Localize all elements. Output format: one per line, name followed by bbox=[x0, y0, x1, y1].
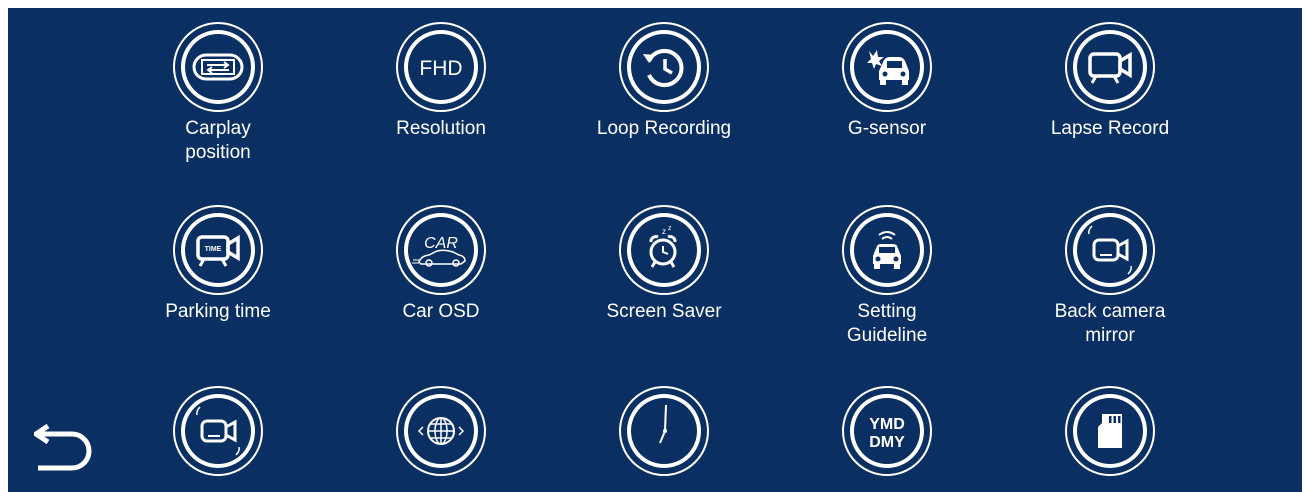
svg-text:CAR: CAR bbox=[424, 235, 458, 252]
menu-item-g-sensor[interactable]: G-sensor bbox=[787, 21, 987, 141]
menu-item-date-format[interactable]: YMD DMY bbox=[787, 385, 987, 477]
menu-item-label: Lapse Record bbox=[1050, 118, 1170, 139]
menu-item-clock[interactable] bbox=[564, 385, 764, 477]
menu-item-setting-guideline[interactable]: Setting Guideline bbox=[787, 204, 987, 348]
menu-item-language[interactable] bbox=[341, 385, 541, 477]
alarm-clock-icon: z z bbox=[619, 205, 709, 295]
clock-icon bbox=[619, 386, 709, 476]
camera-mirror-icon bbox=[173, 386, 263, 476]
menu-item-label: Loop Recording bbox=[596, 118, 732, 139]
svg-text:YMD: YMD bbox=[869, 416, 905, 433]
svg-text:z: z bbox=[662, 227, 666, 236]
carplay-position-icon bbox=[173, 22, 263, 112]
date-format-icon: YMD DMY bbox=[842, 386, 932, 476]
menu-item-sd-card[interactable] bbox=[1010, 385, 1210, 477]
guideline-icon bbox=[842, 205, 932, 295]
menu-item-screen-saver[interactable]: z z Screen Saver bbox=[564, 204, 764, 324]
sd-card-icon bbox=[1065, 386, 1155, 476]
menu-item-resolution[interactable]: FHD Resolution bbox=[341, 21, 541, 141]
menu-item-label: Back camera mirror bbox=[1054, 301, 1166, 346]
menu-item-label: Screen Saver bbox=[606, 301, 722, 322]
g-sensor-icon bbox=[842, 22, 932, 112]
menu-item-car-osd[interactable]: CAR Car OSD bbox=[341, 204, 541, 324]
loop-recording-icon bbox=[619, 22, 709, 112]
menu-item-lapse-record[interactable]: Lapse Record bbox=[1010, 21, 1210, 141]
svg-text:DMY: DMY bbox=[869, 434, 905, 451]
back-camera-mirror-icon bbox=[1065, 205, 1155, 295]
car-osd-icon: CAR bbox=[396, 205, 486, 295]
menu-item-back-camera-mirror[interactable]: Back camera mirror bbox=[1010, 204, 1210, 348]
menu-item-label: Car OSD bbox=[402, 301, 480, 322]
svg-text:z: z bbox=[668, 225, 672, 232]
menu-item-label: Setting Guideline bbox=[846, 301, 928, 346]
globe-language-icon bbox=[396, 386, 486, 476]
parking-time-icon: TIME bbox=[173, 205, 263, 295]
fhd-icon: FHD bbox=[396, 22, 486, 112]
svg-text:TIME: TIME bbox=[205, 246, 222, 253]
menu-item-parking-time[interactable]: TIME Parking time bbox=[118, 204, 318, 324]
lapse-record-icon bbox=[1065, 22, 1155, 112]
back-arrow-icon[interactable] bbox=[34, 416, 96, 472]
menu-item-loop-recording[interactable]: Loop Recording bbox=[564, 21, 764, 141]
menu-item-label: Parking time bbox=[165, 301, 271, 322]
svg-text:FHD: FHD bbox=[419, 57, 462, 80]
menu-item-label: Resolution bbox=[396, 118, 486, 139]
menu-item-label: G-sensor bbox=[847, 118, 927, 139]
menu-item-camera-mirror[interactable] bbox=[118, 385, 318, 477]
menu-item-carplay-position[interactable]: Carplay position bbox=[118, 21, 318, 165]
settings-screen: Carplay position FHD Resolution Loop Rec… bbox=[8, 8, 1302, 492]
menu-item-label: Carplay position bbox=[185, 118, 251, 163]
